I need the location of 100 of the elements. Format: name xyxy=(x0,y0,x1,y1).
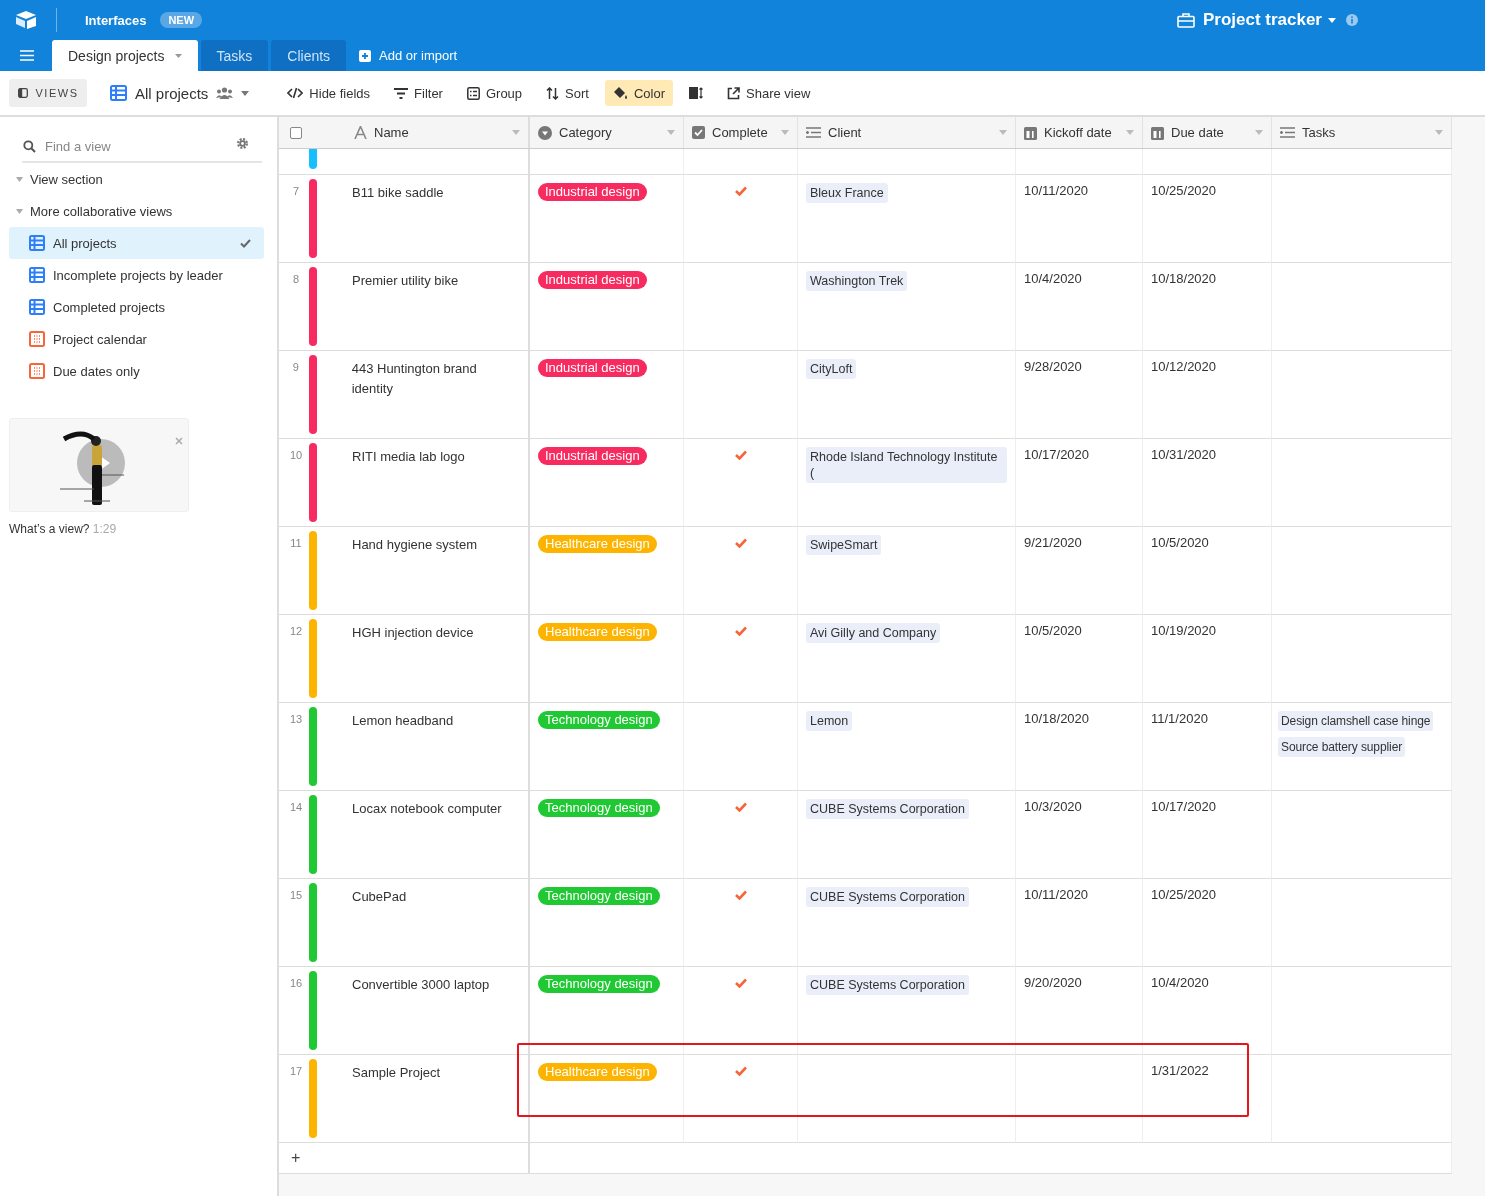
toolbar-button[interactable]: Hide fields xyxy=(279,80,379,106)
add-row-button[interactable]: + xyxy=(291,1143,301,1173)
client-chip[interactable]: CUBE Systems Corporation xyxy=(806,887,969,907)
table-row[interactable]: 13 Lemon headband Technology design Lemon 10/18/2020 11/1/2020 Design clamshell case hinge Source battery supplier xyxy=(279,703,1452,791)
toolbar-button[interactable]: Color xyxy=(604,80,673,106)
category-tag: Industrial design xyxy=(538,447,647,465)
client-chip[interactable]: SwipeSmart xyxy=(806,535,882,555)
client-chip[interactable]: Avi Gilly and Company xyxy=(806,623,941,643)
task-chip[interactable]: Source battery supplier xyxy=(1278,737,1406,757)
date-text: 10/12/2020 xyxy=(1151,359,1217,374)
toolbar-button[interactable]: Filter xyxy=(386,80,451,106)
project-name: Premier utility bike xyxy=(352,272,459,290)
select-all-checkbox[interactable] xyxy=(290,126,302,139)
view-name[interactable]: All projects xyxy=(135,84,209,102)
toolbar-button[interactable]: Sort xyxy=(538,80,597,106)
check-icon[interactable] xyxy=(734,978,747,988)
menu-icon[interactable] xyxy=(20,50,34,61)
client-chip[interactable]: Bleux France xyxy=(806,183,888,203)
toolbar-button[interactable]: Group xyxy=(458,80,531,106)
sidebar-icon xyxy=(17,88,28,98)
category-tag: Technology design xyxy=(538,711,660,729)
task-chip[interactable]: Design clamshell case hinge xyxy=(1278,711,1434,731)
check-icon[interactable] xyxy=(734,802,747,812)
table-row[interactable]: 12 HGH injection device Healthcare design Avi Gilly and Company 10/5/2020 10/19/2020 xyxy=(279,615,1452,703)
paint-bucket-icon xyxy=(612,86,628,100)
caret-icon[interactable] xyxy=(174,53,182,58)
table-row[interactable]: 9 443 Huntington brand identity Industrial design CityLoft 9/28/2020 10/12/2020 xyxy=(279,351,1452,439)
column-header[interactable]: Client xyxy=(828,125,992,140)
client-chip[interactable]: CityLoft xyxy=(806,359,857,379)
check-icon[interactable] xyxy=(734,186,747,196)
video-thumbnail[interactable] xyxy=(9,418,189,512)
project-name: B11 bike saddle xyxy=(352,184,444,202)
close-icon[interactable] xyxy=(175,437,183,445)
table-row[interactable]: 8 Premier utility bike Industrial design Washington Trek 10/4/2020 10/18/2020 xyxy=(279,263,1452,351)
toolbar-button[interactable]: Share view xyxy=(719,80,819,106)
column-header[interactable]: Kickoff date xyxy=(1044,125,1119,140)
client-chip[interactable]: CUBE Systems Corporation xyxy=(806,975,969,995)
check-icon[interactable] xyxy=(734,890,747,900)
column-header[interactable]: Name xyxy=(374,125,505,140)
table-row[interactable]: 14 Locax notebook computer Technology design CUBE Systems Corporation 10/3/2020 10/17/2020 xyxy=(279,791,1452,879)
row-number: 17 xyxy=(288,1064,304,1077)
section-header[interactable]: View section xyxy=(30,171,103,187)
category-tag: Industrial design xyxy=(538,359,647,377)
add-import-button[interactable]: Add or import xyxy=(359,40,458,71)
view-item[interactable]: Completed projects xyxy=(9,291,264,323)
view-switcher[interactable]: All projects xyxy=(110,84,250,102)
base-title[interactable]: Project tracker xyxy=(1202,10,1322,30)
check-icon[interactable] xyxy=(734,626,747,636)
table-row[interactable]: 10 RITI media lab logo Industrial design Rhode Island Technology Institute ( 10/17/2020 10/31/2020 xyxy=(279,439,1452,527)
project-name: RITI media lab logo xyxy=(352,448,465,466)
table-row[interactable]: 15 CubePad Technology design CUBE Systems Corporation 10/11/2020 10/25/2020 xyxy=(279,879,1452,967)
video-title[interactable]: What’s a view? xyxy=(9,522,90,536)
date-text: 10/25/2020 xyxy=(1151,183,1217,198)
date-text: 10/17/2020 xyxy=(1024,447,1090,462)
project-name: Sample Project xyxy=(352,1064,441,1082)
column-header[interactable]: Due date xyxy=(1171,125,1248,140)
caret-icon[interactable] xyxy=(1328,17,1336,23)
view-item[interactable]: Project calendar xyxy=(9,323,264,355)
client-chip[interactable]: CUBE Systems Corporation xyxy=(806,799,969,819)
date-text: 10/11/2020 xyxy=(1024,887,1089,902)
table-tab[interactable]: Design projects xyxy=(52,40,198,71)
table-row[interactable]: 11 Hand hygiene system Healthcare design SwipeSmart 9/21/2020 10/5/2020 xyxy=(279,527,1452,615)
column-header[interactable]: Tasks xyxy=(1302,125,1428,140)
section-header[interactable]: More collaborative views xyxy=(30,203,173,219)
views-button[interactable]: VIEWS xyxy=(9,79,87,107)
check-icon[interactable] xyxy=(734,538,747,548)
client-chip[interactable]: Rhode Island Technology Institute ( xyxy=(806,447,1007,483)
client-chip[interactable]: Washington Trek xyxy=(806,271,908,291)
client-chip[interactable]: Lemon xyxy=(806,711,853,731)
column-header[interactable]: Category xyxy=(559,125,660,140)
grid-icon xyxy=(29,267,45,283)
table-row[interactable]: 17 Sample Project Healthcare design 1/31/2022 xyxy=(279,1055,1452,1143)
column-header[interactable]: Complete xyxy=(712,125,774,140)
category-tag: Technology design xyxy=(538,799,660,817)
search-field[interactable]: Find a view xyxy=(22,131,262,163)
category-tag: Healthcare design xyxy=(538,1063,657,1081)
caret-icon[interactable] xyxy=(241,90,250,96)
info-icon[interactable] xyxy=(1346,14,1358,26)
check-icon[interactable] xyxy=(734,450,747,460)
table-tab[interactable]: Tasks xyxy=(200,40,269,71)
caret-icon[interactable] xyxy=(16,208,23,214)
view-item[interactable]: Due dates only xyxy=(9,355,264,387)
check-icon[interactable] xyxy=(734,1066,747,1076)
table-row[interactable]: 7 B11 bike saddle Industrial design Bleux France 10/11/2020 10/25/2020 xyxy=(279,175,1452,263)
caret-icon[interactable] xyxy=(16,176,23,182)
settings-icon[interactable] xyxy=(236,137,249,150)
row-number: 7 xyxy=(291,184,301,197)
product-name[interactable]: Interfaces xyxy=(85,12,147,28)
category-tag: Technology design xyxy=(538,975,660,993)
logo-icon[interactable] xyxy=(14,10,38,30)
share-icon xyxy=(727,86,740,100)
project-name: CubePad xyxy=(352,888,407,906)
grid-icon xyxy=(29,299,45,315)
table-tab[interactable]: Clients xyxy=(271,40,347,71)
table-row[interactable]: 16 Convertible 3000 laptop Technology design CUBE Systems Corporation 9/20/2020 10/4/2020 xyxy=(279,967,1452,1055)
date-text: 10/11/2020 xyxy=(1024,183,1089,198)
row-number: 9 xyxy=(291,360,300,373)
view-item[interactable]: Incomplete projects by leader xyxy=(9,259,264,291)
date-text: 10/4/2020 xyxy=(1024,271,1082,286)
view-item[interactable]: All projects xyxy=(9,227,264,259)
